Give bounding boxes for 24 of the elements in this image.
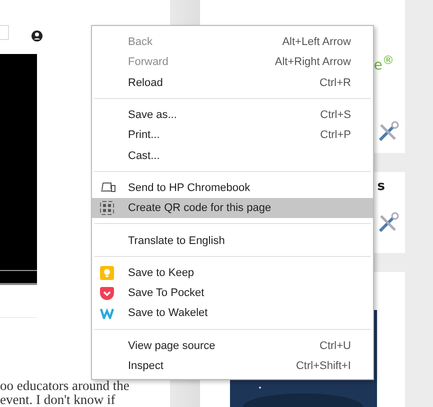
logo-text: e$^{®}$ — [374, 55, 394, 73]
menu-item[interactable]: Save as... Ctrl+S — [92, 104, 373, 126]
menu-item[interactable]: Reload Ctrl+R — [92, 72, 373, 93]
menu-item[interactable]: Cast... — [92, 145, 373, 166]
menu-item[interactable]: Save to Keep — [92, 262, 373, 283]
menu-item[interactable]: Save to Wakelet — [92, 303, 373, 324]
input-field[interactable] — [0, 25, 9, 40]
w-logo-icon — [100, 307, 115, 320]
lightbulb-icon — [100, 266, 114, 280]
pocket-icon — [100, 286, 114, 300]
article-text: event. I don't know if — [0, 393, 116, 407]
card-heading: s — [377, 179, 385, 194]
menu-item[interactable]: Inspect Ctrl+Shift+I — [92, 356, 373, 376]
device-icon — [100, 182, 116, 194]
menu-item[interactable]: Save To Pocket — [92, 282, 373, 304]
menu-item[interactable]: View page source Ctrl+U — [92, 336, 373, 356]
menu-item[interactable]: Print... Ctrl+P — [92, 125, 373, 146]
qr-code-icon — [100, 201, 114, 216]
account-icon[interactable] — [31, 30, 43, 42]
menu-item[interactable]: Translate to English — [92, 230, 373, 251]
video-player[interactable] — [0, 54, 37, 285]
article-text: oo educators around the — [0, 379, 130, 393]
menu-item[interactable]: Send to HP Chromebook — [92, 178, 373, 198]
menu-item[interactable]: Create QR code for this page — [92, 198, 373, 218]
